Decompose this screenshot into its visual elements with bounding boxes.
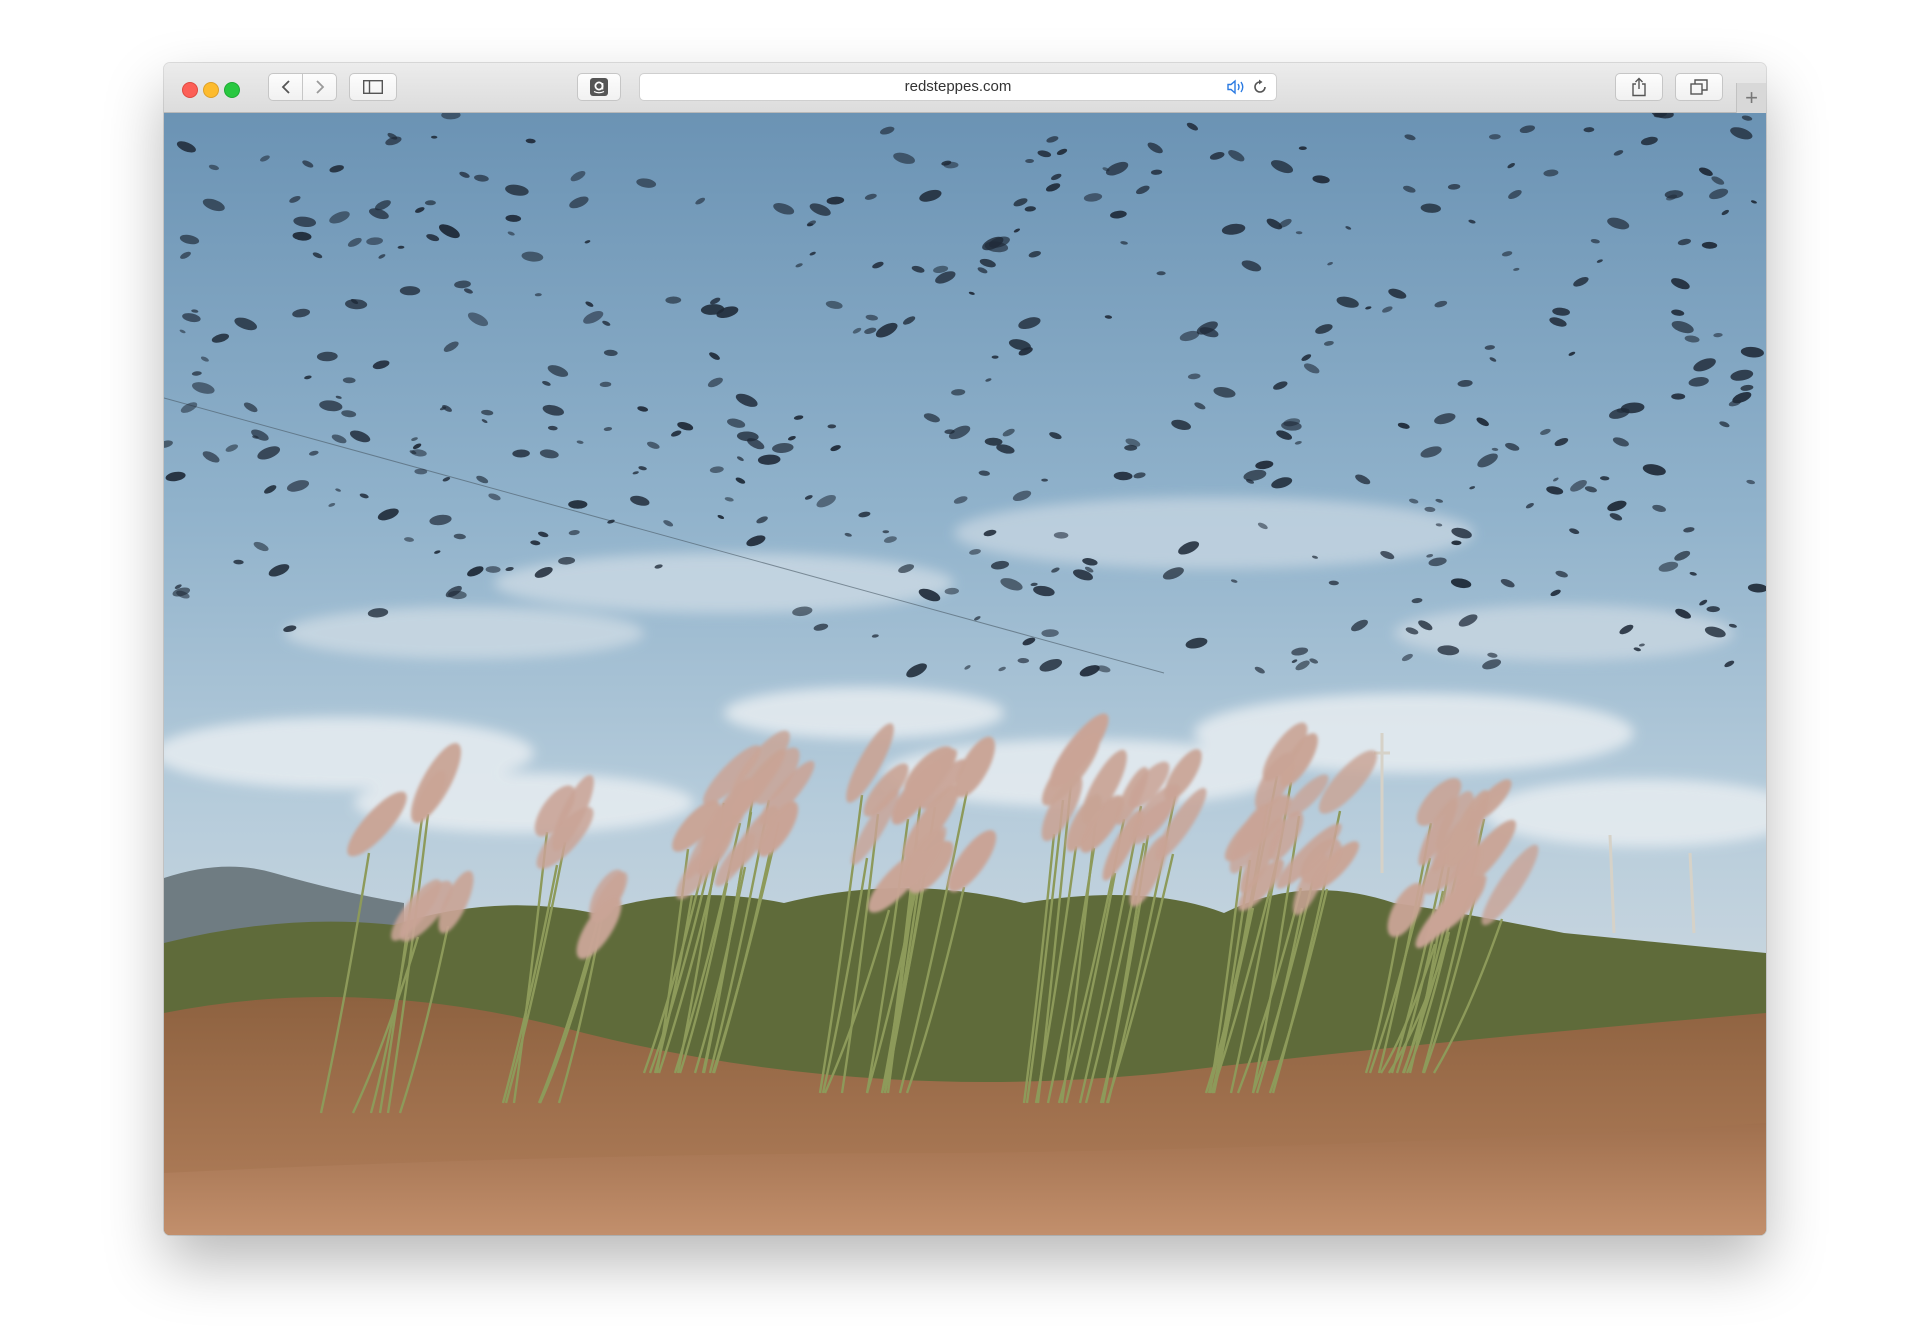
back-button[interactable] bbox=[268, 73, 303, 101]
amazon-icon bbox=[590, 78, 608, 96]
show-tabs-button[interactable] bbox=[1675, 73, 1723, 101]
chevron-right-icon bbox=[315, 80, 324, 94]
forward-button[interactable] bbox=[302, 73, 337, 101]
bird bbox=[1298, 146, 1307, 150]
favorite-amazon-button[interactable] bbox=[577, 73, 621, 101]
bird bbox=[882, 530, 890, 534]
share-button[interactable] bbox=[1615, 73, 1663, 101]
browser-toolbar: redsteppes.com + bbox=[164, 63, 1766, 113]
new-tab-button[interactable]: + bbox=[1736, 83, 1766, 113]
chevron-left-icon bbox=[281, 80, 290, 94]
reload-icon[interactable] bbox=[1252, 79, 1268, 95]
tabs-icon bbox=[1690, 79, 1708, 95]
bird bbox=[399, 286, 421, 296]
zoom-window-button[interactable] bbox=[224, 82, 240, 98]
sidebar-icon bbox=[363, 80, 383, 94]
browser-window: redsteppes.com + bbox=[164, 63, 1766, 1235]
bird bbox=[568, 500, 588, 509]
page-content bbox=[164, 113, 1766, 1235]
sidebar-button[interactable] bbox=[349, 73, 397, 101]
share-icon bbox=[1632, 77, 1646, 97]
minimize-window-button[interactable] bbox=[203, 82, 219, 98]
url-text: redsteppes.com bbox=[904, 78, 1012, 95]
address-bar[interactable]: redsteppes.com bbox=[639, 73, 1277, 101]
close-window-button[interactable] bbox=[182, 82, 198, 98]
landscape-photo bbox=[164, 113, 1766, 1235]
bird bbox=[1706, 606, 1720, 613]
bird bbox=[1124, 444, 1138, 451]
bird bbox=[1671, 393, 1686, 400]
speaker-icon[interactable] bbox=[1226, 79, 1246, 95]
